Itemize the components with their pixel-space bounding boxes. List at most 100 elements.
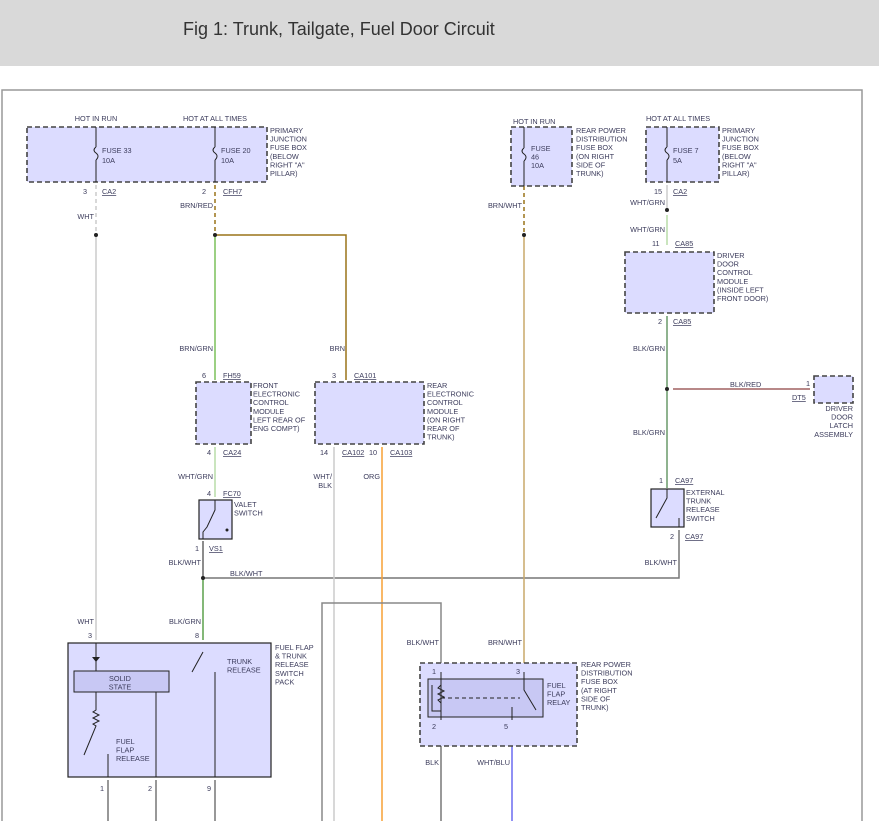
diagram-label: HOT AT ALL TIMES xyxy=(646,114,710,123)
diagram-label: BRN/WHT xyxy=(488,201,523,210)
diagram-label: WHT/GRN xyxy=(630,198,665,207)
diagram-label: CA2 xyxy=(673,187,687,196)
diagram-shape xyxy=(195,381,252,445)
diagram-shape xyxy=(213,233,217,237)
diagram-label: 9 xyxy=(207,784,211,793)
diagram-label: RELEASE xyxy=(116,754,150,763)
diagram-label: BLK/WHT xyxy=(645,558,678,567)
diagram-label: 8 xyxy=(195,631,199,640)
front-electronic-control-module: 6 FH59 FRONT ELECTRONIC CONTROL MODULE LEFT R… xyxy=(195,371,306,457)
diagram-label: BLK/GRN xyxy=(633,344,665,353)
wire-blk-wht-bus xyxy=(203,530,680,579)
diagram-label: CA2 xyxy=(102,187,116,196)
diagram-label: CA97 xyxy=(675,476,693,485)
diagram-label: 2 xyxy=(432,722,436,731)
diagram-shape xyxy=(522,233,526,237)
diagram-label: DRIVER DOOR LATCH ASSEMBLY xyxy=(814,404,853,439)
diagram-label: BLK xyxy=(425,758,439,767)
diagram-label: 2 xyxy=(148,784,152,793)
diagram-label: TRUNK) xyxy=(576,169,604,178)
diagram-label: REAR POWER DISTRIBUTION FUSE BOX (AT RIGHT S… xyxy=(581,660,632,712)
diagram-shape xyxy=(314,381,425,445)
diagram-label: PACK xyxy=(275,677,294,686)
primary-junction-fuse-box-left: HOT IN RUN HOT AT ALL TIMES FUSE 3310A F… xyxy=(26,114,307,196)
diagram-label: ENG COMPT) xyxy=(253,424,300,433)
diagram-label: 1 xyxy=(195,544,199,553)
diagram-label: PRIMARY JUNCTION FUSE BOX (BELOW RIGHT "A" PI… xyxy=(722,126,759,178)
diagram-label: 6 xyxy=(202,371,206,380)
diagram-shape xyxy=(201,576,205,580)
diagram-shape xyxy=(94,233,98,237)
diagram-shape xyxy=(225,528,229,532)
diagram-label: 4 xyxy=(207,489,211,498)
diagram-label: FH59 xyxy=(223,371,241,380)
diagram-label: CA102 xyxy=(342,448,364,457)
diagram-label: 14 xyxy=(320,448,328,457)
driver-door-control-module: DRIVER DOOR CONTROL MODULE (INSIDE LEFT FRONT… xyxy=(624,239,768,326)
diagram-label: BRN/GRN xyxy=(179,344,213,353)
diagram-label: 1 xyxy=(806,379,810,388)
diagram-label: BLK xyxy=(318,481,332,490)
diagram-label: 5 xyxy=(504,722,508,731)
diagram-label: TRUNK) xyxy=(581,703,609,712)
diagram-label: REAR POWER DISTRIBUTION FUSE BOX (ON RIGHT S… xyxy=(576,126,627,178)
diagram-label: 10 xyxy=(369,448,377,457)
diagram-label: RELAY xyxy=(547,698,571,707)
diagram-label: 1 xyxy=(659,476,663,485)
diagram-label: FUEL FLAP & TRUNK RELEASE SWITCH PACK xyxy=(275,643,314,686)
diagram-label: BLK/RED xyxy=(730,380,761,389)
diagram-label: BLK/WHT xyxy=(230,569,263,578)
rear-electronic-control-module: 3 CA101 REAR ELECTRONIC CONTROL MODULE (ON RI… xyxy=(314,371,474,457)
diagram-label: RELEASE xyxy=(227,666,261,675)
diagram-label: 3 xyxy=(516,667,520,676)
diagram-label: 2 xyxy=(658,317,662,326)
diagram-label: DRIVER DOOR CONTROL MODULE (INSIDE LEFT FRONT… xyxy=(717,251,768,303)
diagram-label: 10A xyxy=(531,161,544,170)
diagram-label: 5A xyxy=(673,156,682,165)
external-trunk-release-switch: 1 CA97 EXTERNAL TRUNK RELEASE SWITCH 2 CA97 xyxy=(650,476,725,541)
diagram-label: VS1 xyxy=(209,544,223,553)
diagram-label: BLK/WHT xyxy=(407,638,440,647)
fuel-flap-trunk-release-switch-pack: 38 129 SOLID STATE TRUNK RELEASE FUEL FLAP R… xyxy=(67,631,314,793)
diagram-label: 11 xyxy=(652,239,660,248)
diagram-label: WHT/GRN xyxy=(630,225,665,234)
diagram-label: 3 xyxy=(83,187,87,196)
diagram-label: BLK/WHT xyxy=(169,558,202,567)
diagram-shape xyxy=(665,387,669,391)
diagram-label: 1 xyxy=(432,667,436,676)
diagram-label: ORG xyxy=(363,472,380,481)
diagram-label: 10A xyxy=(221,156,234,165)
diagram-label: CA97 xyxy=(685,532,703,541)
diagram-label: FUSE 33 xyxy=(102,146,132,155)
diagram-label: HOT IN RUN xyxy=(513,117,555,126)
diagram-label: FRONT ELECTRONIC CONTROL MODULE LEFT REAR OF… xyxy=(253,381,306,433)
diagram-label: STATE xyxy=(109,683,132,692)
diagram-label: 10A xyxy=(102,156,115,165)
diagram-label: SWITCH xyxy=(686,514,715,523)
diagram-label: FUSE 20 xyxy=(221,146,251,155)
diagram-label: VALET SWITCH xyxy=(234,500,263,518)
diagram-label: SOLID STATE xyxy=(109,674,132,692)
diagram-label: FRONT DOOR) xyxy=(717,294,768,303)
diagram-label: WHT/GRN xyxy=(178,472,213,481)
diagram-label: CA24 xyxy=(223,448,241,457)
diagram-shape xyxy=(510,126,573,187)
diagram-label: WHT xyxy=(77,617,94,626)
diagram-label: 4 xyxy=(207,448,211,457)
diagram-shape xyxy=(624,251,715,314)
diagram-label: BLK/GRN xyxy=(633,428,665,437)
diagram-label: SWITCH xyxy=(234,509,263,518)
diagram-label: PRIMARY JUNCTION FUSE BOX (BELOW RIGHT "A" PI… xyxy=(270,126,307,178)
diagram-label: CA103 xyxy=(390,448,412,457)
diagram-label: REAR ELECTRONIC CONTROL MODULE (ON RIGHT REAR… xyxy=(427,381,474,442)
wiring-diagram: HOT IN RUN HOT AT ALL TIMES FUSE 3310A F… xyxy=(1,89,863,821)
diagram-label: CFH7 xyxy=(223,187,242,196)
diagram-label: CA85 xyxy=(675,239,693,248)
diagram-label: PILLAR) xyxy=(270,169,298,178)
diagram-label: EXTERNAL TRUNK RELEASE SWITCH xyxy=(686,488,725,523)
diagram-label: 2 xyxy=(202,187,206,196)
diagram-label: 15 xyxy=(654,187,662,196)
primary-junction-fuse-box-right: HOT AT ALL TIMES FUSE 75A PRIMARY JUNCTIO… xyxy=(645,114,759,196)
diagram-label: WHT/BLU xyxy=(477,758,510,767)
driver-door-latch-assembly: 1DT5 DRIVER DOOR LATCH ASSEMBLY xyxy=(792,375,854,439)
